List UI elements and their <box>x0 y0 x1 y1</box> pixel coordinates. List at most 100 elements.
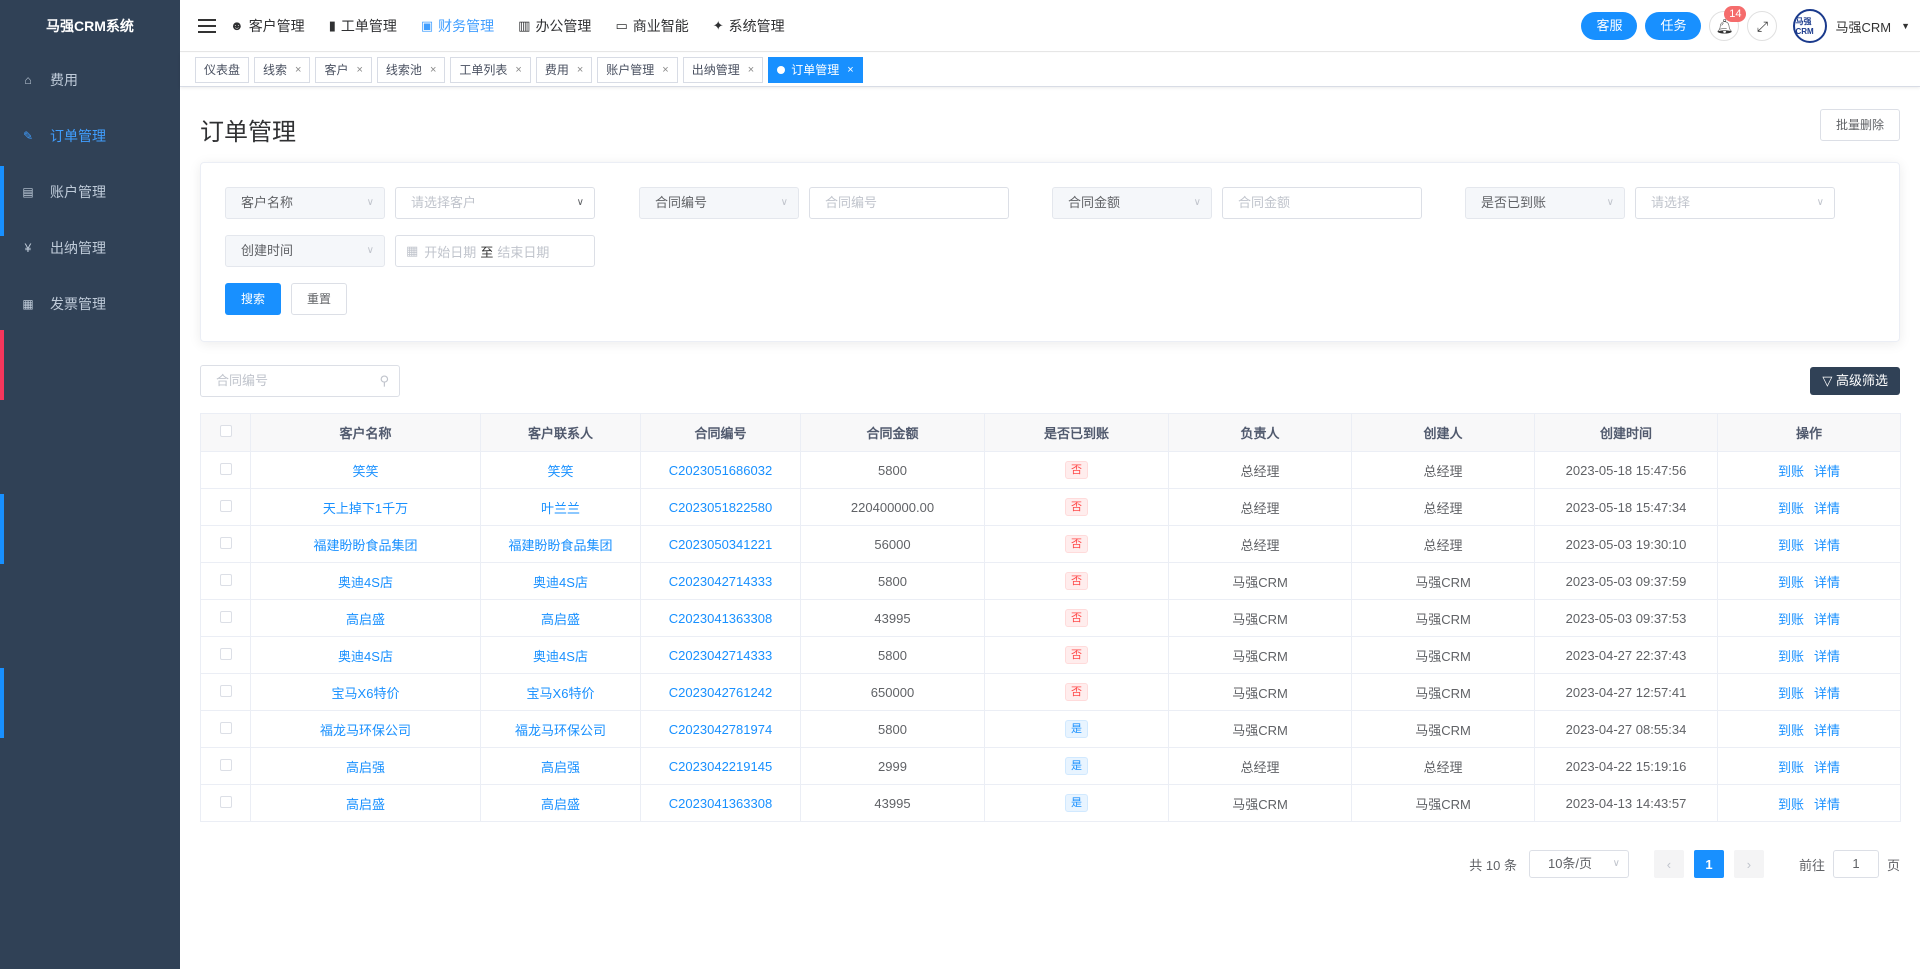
contact-link[interactable]: 高启盛 <box>480 784 641 822</box>
fullscreen-icon[interactable]: ⤢ <box>1747 11 1778 41</box>
sidebar-item[interactable]: ✎ 订单管理 <box>0 108 180 164</box>
sidebar-item[interactable]: ⌂ 费用 <box>0 52 180 108</box>
close-icon[interactable]: × <box>847 58 853 82</box>
customer-name-link[interactable]: 高启盛 <box>250 784 481 822</box>
page-size-select[interactable]: 10条/页 ∨ <box>1528 850 1629 878</box>
row-checkbox[interactable] <box>219 573 232 586</box>
contact-link[interactable]: 奥迪4S店 <box>480 636 641 674</box>
end-date-input[interactable]: 结束日期 <box>497 242 549 261</box>
username[interactable]: 马强CRM <box>1835 17 1891 36</box>
next-page-button[interactable]: › <box>1733 850 1764 878</box>
contract-no-link[interactable]: C2023050341221 <box>640 525 801 563</box>
mark-paid-link[interactable]: 到账 <box>1778 612 1804 627</box>
hamburger-menu-icon[interactable] <box>198 18 216 33</box>
tag-item[interactable]: 订单管理 × <box>768 56 863 83</box>
contract-no-search-input[interactable]: 合同编号 ⚲ <box>200 365 400 397</box>
tag-item[interactable]: 工单列表 × <box>450 56 531 83</box>
tag-item[interactable]: 客户 × <box>315 56 372 83</box>
select-all-checkbox[interactable] <box>219 425 232 437</box>
row-checkbox-cell[interactable] <box>200 562 251 600</box>
row-checkbox[interactable] <box>219 499 232 512</box>
details-link[interactable]: 详情 <box>1814 686 1840 701</box>
contract-amount-input[interactable]: 合同金额 <box>1222 187 1422 219</box>
customer-name-link[interactable]: 奥迪4S店 <box>250 636 481 674</box>
tag-item[interactable]: 费用 × <box>535 56 593 83</box>
search-icon[interactable]: ⚲ <box>379 366 389 396</box>
top-menu-item[interactable]: ✦ 系统管理 <box>713 16 785 36</box>
row-checkbox[interactable] <box>219 795 232 808</box>
contact-link[interactable]: 笑笑 <box>480 451 641 489</box>
contract-no-link[interactable]: C2023041363308 <box>640 599 801 637</box>
contract-no-link[interactable]: C2023042219145 <box>640 747 801 785</box>
top-menu-item[interactable]: ▮ 工单管理 <box>329 16 397 36</box>
tag-item[interactable]: 出纳管理 × <box>682 56 764 83</box>
contract-no-link[interactable]: C2023051822580 <box>640 488 801 526</box>
details-link[interactable]: 详情 <box>1814 575 1840 590</box>
contract-no-link[interactable]: C2023042714333 <box>640 562 801 600</box>
customer-name-link[interactable]: 福建盼盼食品集团 <box>250 525 481 563</box>
tag-item[interactable]: 线索 × <box>254 56 311 83</box>
row-checkbox-cell[interactable] <box>200 451 251 489</box>
row-checkbox[interactable] <box>219 758 232 771</box>
chevron-down-icon[interactable]: ▼ <box>1901 21 1910 31</box>
contract-no-link[interactable]: C2023051686032 <box>640 451 801 489</box>
close-icon[interactable]: × <box>430 58 436 82</box>
reset-button[interactable]: 重置 <box>291 283 348 315</box>
mark-paid-link[interactable]: 到账 <box>1778 723 1804 738</box>
details-link[interactable]: 详情 <box>1814 797 1840 812</box>
close-icon[interactable]: × <box>356 58 362 82</box>
customer-name-field-select[interactable]: 客户名称 ∨ <box>225 187 385 219</box>
close-icon[interactable]: × <box>662 58 668 82</box>
details-link[interactable]: 详情 <box>1814 501 1840 516</box>
row-checkbox[interactable] <box>219 536 232 549</box>
customer-select[interactable]: 请选择客户 ∨ <box>395 187 595 219</box>
service-button[interactable]: 客服 <box>1581 12 1638 40</box>
row-checkbox[interactable] <box>219 462 232 475</box>
details-link[interactable]: 详情 <box>1814 612 1840 627</box>
contract-no-link[interactable]: C2023042761242 <box>640 673 801 711</box>
close-icon[interactable]: × <box>515 58 521 82</box>
contract-amount-field-select[interactable]: 合同金额 ∨ <box>1052 187 1212 219</box>
details-link[interactable]: 详情 <box>1814 760 1840 775</box>
sidebar-item[interactable]: ▤ 账户管理 <box>0 164 180 220</box>
close-icon[interactable]: × <box>748 58 754 82</box>
date-range-picker[interactable]: ▦ 开始日期 至 结束日期 <box>395 235 595 267</box>
customer-name-link[interactable]: 高启强 <box>250 747 481 785</box>
mark-paid-link[interactable]: 到账 <box>1778 797 1804 812</box>
row-checkbox[interactable] <box>219 647 232 660</box>
contract-no-link[interactable]: C2023042781974 <box>640 710 801 748</box>
customer-name-link[interactable]: 天上掉下1千万 <box>250 488 481 526</box>
customer-name-link[interactable]: 福龙马环保公司 <box>250 710 481 748</box>
row-checkbox-cell[interactable] <box>200 488 251 526</box>
customer-name-link[interactable]: 奥迪4S店 <box>250 562 481 600</box>
mark-paid-link[interactable]: 到账 <box>1778 649 1804 664</box>
row-checkbox-cell[interactable] <box>200 784 251 822</box>
page-number-current[interactable]: 1 <box>1693 850 1724 878</box>
contact-link[interactable]: 奥迪4S店 <box>480 562 641 600</box>
notification-bell-icon[interactable]: 🔔︎ 14 <box>1709 6 1747 41</box>
task-button[interactable]: 任务 <box>1645 12 1702 40</box>
advanced-filter-button[interactable]: ▽ 高级筛选 <box>1810 367 1900 395</box>
contact-link[interactable]: 高启强 <box>480 747 641 785</box>
mark-paid-link[interactable]: 到账 <box>1778 760 1804 775</box>
start-date-input[interactable]: 开始日期 <box>424 242 476 261</box>
row-checkbox-cell[interactable] <box>200 673 251 711</box>
contract-no-link[interactable]: C2023041363308 <box>640 784 801 822</box>
top-menu-item[interactable]: ▭ 商业智能 <box>615 16 688 36</box>
contact-link[interactable]: 福龙马环保公司 <box>480 710 641 748</box>
top-menu-item[interactable]: ▥ 办公管理 <box>518 16 591 36</box>
details-link[interactable]: 详情 <box>1814 464 1840 479</box>
mark-paid-link[interactable]: 到账 <box>1778 538 1804 553</box>
row-checkbox[interactable] <box>219 684 232 697</box>
top-menu-item[interactable]: ☻ 客户管理 <box>230 16 305 36</box>
row-checkbox[interactable] <box>219 610 232 623</box>
prev-page-button[interactable]: ‹ <box>1653 850 1684 878</box>
customer-name-link[interactable]: 高启盛 <box>250 599 481 637</box>
row-checkbox[interactable] <box>219 721 232 734</box>
search-button[interactable]: 搜索 <box>225 283 282 315</box>
row-checkbox-cell[interactable] <box>200 525 251 563</box>
paid-select[interactable]: 请选择 ∨ <box>1635 187 1835 219</box>
row-checkbox-cell[interactable] <box>200 710 251 748</box>
row-checkbox-cell[interactable] <box>200 636 251 674</box>
contact-link[interactable]: 叶兰兰 <box>480 488 641 526</box>
